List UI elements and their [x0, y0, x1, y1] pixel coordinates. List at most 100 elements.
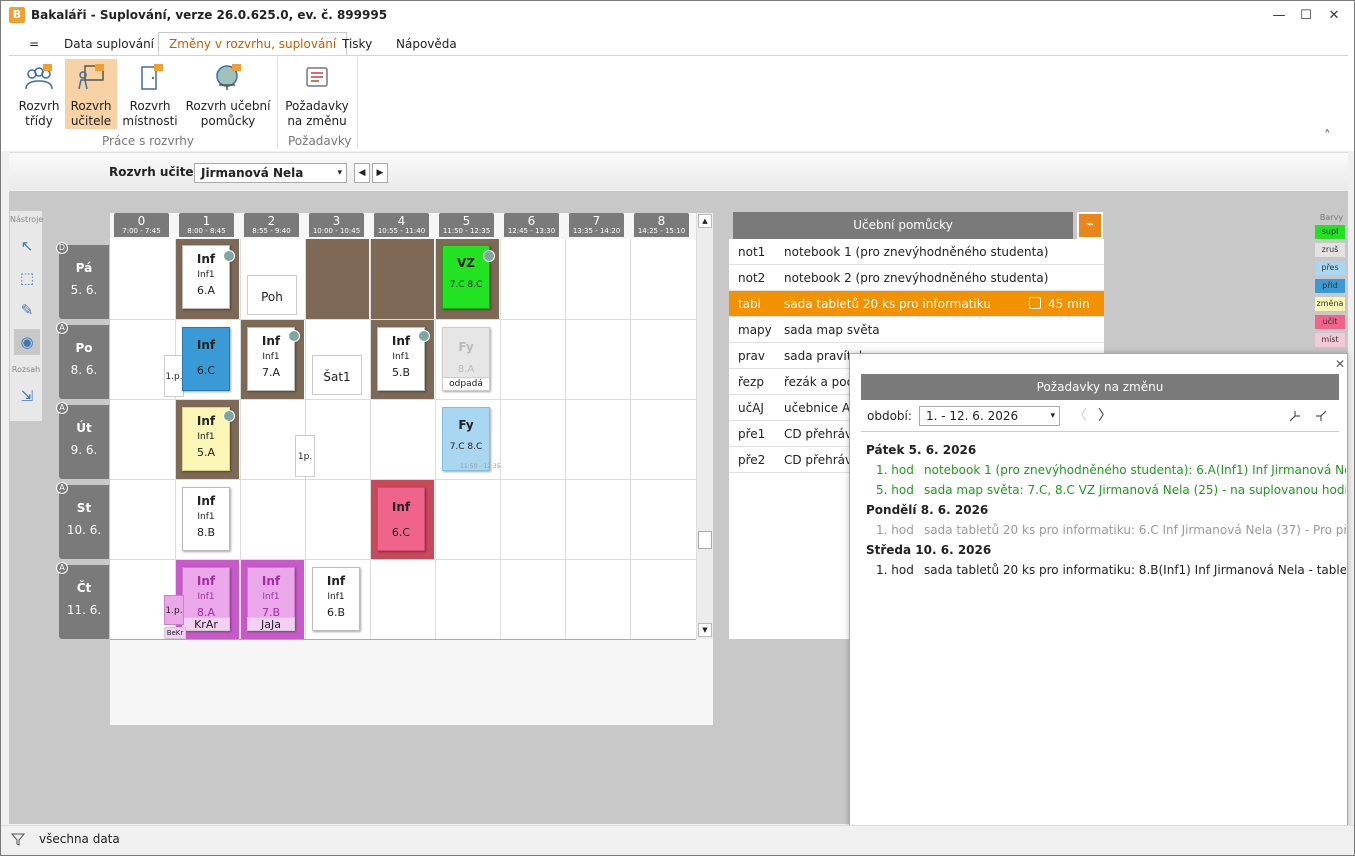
- request-row[interactable]: 1. hod notebook 1 (pro znevýhodněného stu…: [876, 463, 1346, 477]
- grid-line: [175, 239, 176, 639]
- class-schedule-button[interactable]: Rozvrh třídy: [11, 59, 67, 129]
- legend-item[interactable]: změna: [1315, 297, 1345, 311]
- period-time: 12:45 - 13:30: [507, 227, 556, 235]
- close-icon[interactable]: ✕: [1333, 357, 1347, 371]
- copy-icon[interactable]: ⬚: [14, 265, 40, 291]
- scroll-down-icon[interactable]: ▼: [698, 623, 712, 637]
- lesson-card-teacher-change[interactable]: Inf 6.C: [377, 487, 425, 551]
- range-icon[interactable]: ⇲: [14, 383, 40, 409]
- lesson-class: 6.C: [196, 364, 216, 377]
- extra-lesson-marker[interactable]: 1p.: [295, 435, 315, 477]
- extra-lesson-marker[interactable]: 1.p.: [164, 595, 184, 625]
- filter-icon[interactable]: [11, 832, 25, 846]
- class-group-icon: [25, 64, 53, 90]
- group-separator: [277, 57, 278, 149]
- request-row[interactable]: 5. hod sada map světa: 7.C, 8.C VZ Jirman…: [876, 483, 1346, 497]
- lesson-group: Inf1: [262, 352, 280, 362]
- aid-row[interactable]: not2 notebook 2 (pro znevýhodněného stude…: [729, 265, 1104, 291]
- legend-item[interactable]: zruš: [1315, 243, 1345, 257]
- aid-globe-icon: [418, 330, 430, 342]
- select-arrow-icon[interactable]: ↖: [14, 233, 40, 259]
- class-schedule-label-2: třídy: [25, 114, 53, 128]
- lesson-subject: Fy: [458, 340, 474, 354]
- week-badge: A: [56, 322, 68, 334]
- teacher-schedule-button[interactable]: Rozvrh učitele: [65, 59, 117, 129]
- legend-item[interactable]: přid: [1315, 279, 1345, 293]
- legend-item[interactable]: přes: [1315, 261, 1345, 275]
- period-time: 8:55 - 9:40: [252, 227, 291, 235]
- tools-label: Nástroje: [10, 215, 44, 224]
- close-button[interactable]: ✕: [1320, 5, 1348, 27]
- lesson-card[interactable]: Inf Inf1 6.B: [312, 567, 360, 631]
- next-period-button[interactable]: 〉: [1094, 405, 1116, 427]
- lesson-class: 6.C: [391, 526, 411, 539]
- class-schedule-label-1: Rozvrh: [18, 99, 60, 113]
- maximize-button[interactable]: ☐: [1292, 5, 1320, 27]
- aid-name: sada tabletů 20 ks pro informatiku: [784, 297, 991, 311]
- status-bar: všechna data: [1, 825, 1354, 855]
- globe-tool-icon[interactable]: ◉: [14, 329, 40, 355]
- lesson-group: Inf1: [197, 592, 215, 602]
- day-header-tue: A Út 9. 6.: [56, 402, 109, 479]
- grid-scrollbar[interactable]: ▲ ▼: [696, 213, 713, 639]
- globe-icon: [216, 64, 241, 90]
- period-number: 2: [267, 214, 276, 228]
- aid-schedule-button[interactable]: Rozvrh učební pomůcky: [183, 59, 273, 129]
- aid-row[interactable]: not1 notebook 1 (pro znevýhodněného stude…: [729, 239, 1104, 265]
- title-bar: B Bakaláři - Suplování, verze 26.0.625.0…: [1, 1, 1354, 31]
- tab-zmeny-v-rozvrhu[interactable]: Změny v rozvrhu, suplování: [158, 32, 348, 56]
- dialog-title: Požadavky na změnu: [861, 374, 1339, 400]
- window-title: Bakaláři - Suplování, verze 26.0.625.0, …: [31, 8, 388, 22]
- prev-period-button[interactable]: 〈: [1069, 405, 1091, 427]
- next-teacher-button[interactable]: ▶: [372, 163, 388, 183]
- change-requests-button[interactable]: Požadavky na změnu: [283, 59, 351, 129]
- period-time: 7:00 - 7:45: [122, 227, 161, 235]
- moved-lesson-time: 11:50 - 12:35: [460, 463, 500, 470]
- request-row[interactable]: 1. hod sada tabletů 20 ks pro informatiku…: [876, 563, 1346, 577]
- lesson-group: Inf1: [392, 352, 410, 362]
- prev-teacher-button[interactable]: ◀: [354, 163, 370, 183]
- legend-item[interactable]: učit: [1315, 315, 1345, 329]
- tab-tisky[interactable]: Tisky: [332, 33, 382, 55]
- lesson-card[interactable]: Poh: [247, 275, 297, 315]
- request-text: notebook 1 (pro znevýhodněného studenta)…: [924, 463, 1346, 477]
- aid-globe-icon: [483, 250, 495, 262]
- lesson-card[interactable]: Inf Inf1 8.B: [182, 487, 230, 551]
- scroll-thumb[interactable]: [698, 531, 712, 549]
- edit-icon[interactable]: ✎: [14, 297, 40, 323]
- period-select[interactable]: 1. - 12. 6. 2026 ▾: [919, 406, 1060, 426]
- period-number: 1: [202, 214, 211, 228]
- extra-lesson-marker[interactable]: 1.p.: [164, 355, 184, 397]
- link-icon[interactable]: ⌁: [1077, 212, 1103, 239]
- lesson-card[interactable]: Šat1: [312, 355, 362, 395]
- period-select-value: 1. - 12. 6. 2026: [926, 409, 1019, 423]
- aids-panel-title: Učební pomůcky: [733, 212, 1073, 239]
- lesson-card-added[interactable]: Inf 6.C: [182, 327, 230, 391]
- collapse-all-icon[interactable]: [1313, 408, 1329, 424]
- lesson-subject: Inf: [196, 494, 216, 508]
- request-row[interactable]: 1. hod sada tabletů 20 ks pro informatiku…: [876, 523, 1346, 537]
- grid-line: [240, 239, 241, 639]
- collapse-ribbon-button[interactable]: ˄: [1324, 129, 1331, 144]
- ribbon-divider: [9, 55, 1348, 56]
- teacher-select[interactable]: Jirmanová Nela ▾: [194, 163, 347, 183]
- app-window: B Bakaláři - Suplování, verze 26.0.625.0…: [0, 0, 1355, 856]
- tab-napoveda[interactable]: Nápověda: [386, 33, 467, 55]
- lesson-card-moved[interactable]: Fy 7.C 8.C: [442, 407, 490, 471]
- grid-line: [435, 239, 436, 639]
- minimize-button[interactable]: —: [1265, 5, 1293, 27]
- tab-data-suplovani[interactable]: Data suplování: [54, 33, 164, 55]
- lesson-subject: Inf: [326, 574, 346, 588]
- aid-row-selected[interactable]: tabl sada tabletů 20 ks pro informatiku 45…: [729, 291, 1104, 317]
- legend-item[interactable]: supl: [1315, 225, 1345, 239]
- room-schedule-button[interactable]: Rozvrh místnosti: [119, 59, 181, 129]
- lesson-group: Inf1: [327, 592, 345, 602]
- aid-code: pře1: [738, 427, 766, 441]
- day-date: 9. 6.: [70, 443, 98, 457]
- expand-all-icon[interactable]: [1287, 408, 1303, 424]
- aid-row[interactable]: mapy sada map světa: [729, 317, 1104, 343]
- legend-item[interactable]: míst: [1315, 333, 1345, 347]
- app-menu-button[interactable]: =: [19, 33, 49, 55]
- scroll-up-icon[interactable]: ▲: [698, 214, 712, 228]
- color-legend: Barvy supl zruš přes přid změna učit mís…: [1315, 213, 1348, 351]
